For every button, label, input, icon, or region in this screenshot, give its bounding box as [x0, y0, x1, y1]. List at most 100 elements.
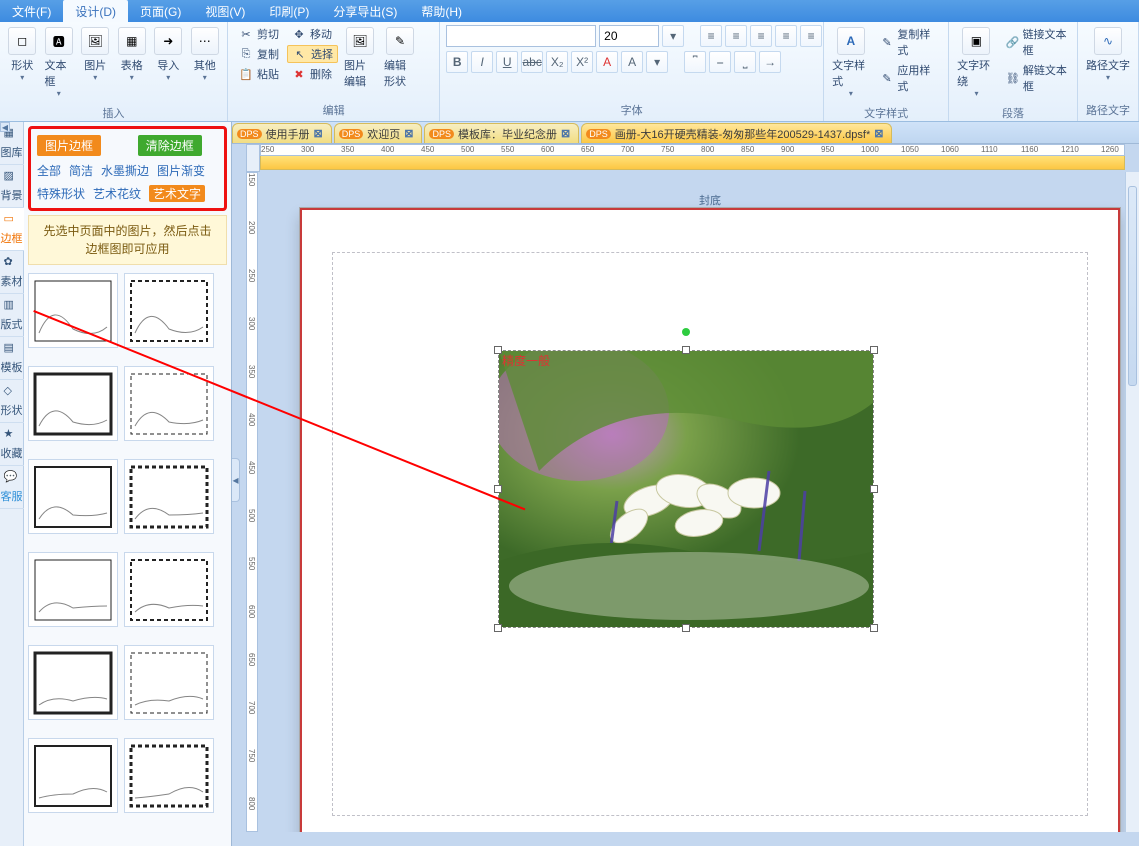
align-center-icon[interactable]: ≡ — [725, 25, 747, 47]
strike-button[interactable]: abc — [521, 51, 543, 73]
doc-tab-0[interactable]: DPS使用手册⊠ — [232, 123, 332, 143]
menu-help[interactable]: 帮助(H) — [409, 0, 474, 22]
border-thumb-11[interactable] — [124, 738, 214, 813]
align-left-icon[interactable]: ≡ — [700, 25, 722, 47]
shape-button[interactable]: ◻形状▾ — [6, 25, 39, 84]
font-more-icon[interactable]: ▾ — [646, 51, 668, 73]
page-spread[interactable]: 封底 — [300, 208, 1120, 832]
align-dist-icon[interactable]: ≡ — [800, 25, 822, 47]
edit-shape-button[interactable]: ✎编辑形状 — [382, 25, 418, 91]
border-thumb-2[interactable] — [28, 366, 118, 441]
text-wrap-button[interactable]: ▣文字环绕▾ — [955, 25, 998, 100]
border-thumb-5[interactable] — [124, 459, 214, 534]
cut[interactable]: ✂剪切 — [234, 25, 283, 43]
close-tab-icon[interactable]: ⊠ — [404, 127, 413, 140]
border-thumb-9[interactable] — [124, 645, 214, 720]
link-textbox[interactable]: 🔗链接文本框 — [1002, 25, 1071, 59]
sidepanel-collapse-icon[interactable]: ◂ — [232, 458, 240, 502]
handle-s[interactable] — [682, 624, 690, 632]
valign-top-icon[interactable]: ⎴ — [684, 51, 706, 73]
font-size-combo[interactable]: 20 — [599, 25, 659, 47]
superscript-button[interactable]: X² — [571, 51, 593, 73]
handle-e[interactable] — [870, 485, 878, 493]
cat-图片渐变[interactable]: 图片渐变 — [157, 162, 205, 179]
cat-全部[interactable]: 全部 — [37, 162, 61, 179]
cat-简洁[interactable]: 简洁 — [69, 162, 93, 179]
delete[interactable]: ✖删除 — [287, 65, 338, 83]
unlink-textbox[interactable]: ⛓解链文本框 — [1002, 61, 1071, 95]
paste[interactable]: 📋粘贴 — [234, 65, 283, 83]
select[interactable]: ↖选择 — [287, 45, 338, 63]
move[interactable]: ✥移动 — [287, 25, 338, 43]
panel-tab[interactable]: 图片边框 — [37, 135, 101, 156]
selected-image[interactable]: 精度一般 — [498, 350, 874, 628]
ls-material[interactable]: ✿素材 — [0, 251, 24, 294]
subscript-button[interactable]: X₂ — [546, 51, 568, 73]
close-tab-icon[interactable]: ⊠ — [561, 127, 570, 140]
bold-button[interactable]: B — [446, 51, 468, 73]
ls-shape[interactable]: ◇形状 — [0, 380, 24, 423]
copy[interactable]: ⎘复制 — [234, 45, 283, 63]
vertical-scrollbar[interactable] — [1125, 172, 1139, 832]
border-thumb-7[interactable] — [124, 552, 214, 627]
ls-fav[interactable]: ★收藏 — [0, 423, 24, 466]
font-dd-icon[interactable]: ▾ — [662, 25, 684, 47]
menu-print[interactable]: 印刷(P) — [257, 0, 321, 22]
ls-border[interactable]: ▭边框 — [0, 208, 24, 251]
close-tab-icon[interactable]: ⊠ — [874, 127, 883, 140]
handle-w[interactable] — [494, 485, 502, 493]
table-button[interactable]: ▦表格▾ — [116, 25, 149, 84]
handle-nw[interactable] — [494, 346, 502, 354]
border-thumb-0[interactable] — [28, 273, 118, 348]
align-right-icon[interactable]: ≡ — [750, 25, 772, 47]
cat-特殊形状[interactable]: 特殊形状 — [37, 185, 85, 202]
panel-collapse-top-icon[interactable]: ◀ — [0, 122, 10, 132]
indent-icon[interactable]: → — [759, 51, 781, 73]
handle-n[interactable] — [682, 346, 690, 354]
menu-design[interactable]: 设计(D) — [63, 0, 128, 22]
doc-tab-2[interactable]: DPS模板库：毕业纪念册⊠ — [424, 123, 579, 143]
valign-mid-icon[interactable]: ⎯ — [709, 51, 731, 73]
clear-border-button[interactable]: 清除边框 — [138, 135, 202, 156]
apply-style[interactable]: ✎应用样式 — [876, 61, 942, 95]
other-button[interactable]: ⋯其他▾ — [189, 25, 222, 84]
fontcolor-button[interactable]: A — [596, 51, 618, 73]
border-thumb-4[interactable] — [28, 459, 118, 534]
doc-tab-3[interactable]: DPS画册-大16开硬壳精装-匆匆那些年200529-1437.dpsf*⊠ — [581, 123, 892, 143]
edit-image-button[interactable]: 🖼图片编辑 — [342, 25, 378, 91]
border-thumb-1[interactable] — [124, 273, 214, 348]
scrollbar-thumb[interactable] — [1128, 186, 1137, 386]
copy-style[interactable]: ✎复制样式 — [876, 25, 942, 59]
doc-tab-1[interactable]: DPS欢迎页⊠ — [334, 123, 423, 143]
valign-bot-icon[interactable]: ⎵ — [734, 51, 756, 73]
ls-layout[interactable]: ▥版式 — [0, 294, 24, 337]
textbox-button[interactable]: 🅰文本框▾ — [43, 25, 76, 100]
border-thumb-10[interactable] — [28, 738, 118, 813]
font-name-combo[interactable] — [446, 25, 596, 47]
align-just-icon[interactable]: ≡ — [775, 25, 797, 47]
cat-艺术花纹[interactable]: 艺术花纹 — [93, 185, 141, 202]
path-text-button[interactable]: ∿路径文字▾ — [1084, 25, 1132, 84]
ls-template[interactable]: ▤模板 — [0, 337, 24, 380]
highlight-button[interactable]: A — [621, 51, 643, 73]
menu-share[interactable]: 分享导出(S) — [321, 0, 409, 22]
canvas[interactable]: 封底 — [260, 172, 1125, 832]
image-button[interactable]: 🖼图片▾ — [79, 25, 112, 84]
menu-file[interactable]: 文件(F) — [0, 0, 63, 22]
ls-bg[interactable]: ▨背景 — [0, 165, 24, 208]
handle-ne[interactable] — [870, 346, 878, 354]
handle-sw[interactable] — [494, 624, 502, 632]
border-thumb-8[interactable] — [28, 645, 118, 720]
rotate-handle[interactable] — [682, 328, 690, 336]
underline-button[interactable]: U — [496, 51, 518, 73]
ls-cs[interactable]: 💬客服 — [0, 466, 24, 509]
import-button[interactable]: ➜导入▾ — [152, 25, 185, 84]
close-tab-icon[interactable]: ⊠ — [314, 127, 323, 140]
border-thumb-3[interactable] — [124, 366, 214, 441]
menu-page[interactable]: 页面(G) — [128, 0, 193, 22]
handle-se[interactable] — [870, 624, 878, 632]
cat-水墨撕边[interactable]: 水墨撕边 — [101, 162, 149, 179]
cat-艺术文字[interactable]: 艺术文字 — [149, 185, 205, 202]
text-style-button[interactable]: A文字样式▾ — [830, 25, 871, 100]
italic-button[interactable]: I — [471, 51, 493, 73]
